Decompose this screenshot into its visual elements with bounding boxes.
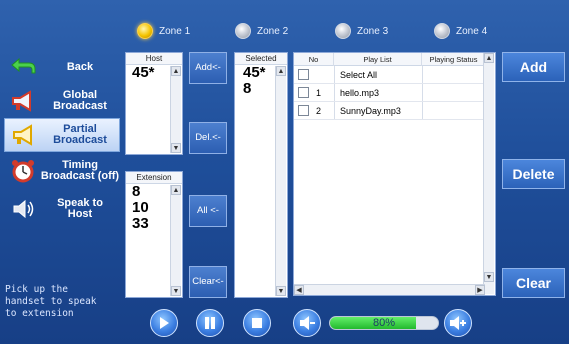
scroll-up-icon[interactable]: ▲ bbox=[171, 185, 181, 195]
timing-broadcast-label: Timing Broadcast (off) bbox=[40, 159, 120, 182]
scroll-down-icon[interactable]: ▼ bbox=[276, 286, 286, 296]
select-all-button[interactable]: All <- bbox=[189, 195, 227, 227]
zone-4-label: Zone 4 bbox=[456, 25, 488, 37]
selected-scrollbar[interactable]: ▲ ▼ bbox=[275, 66, 286, 296]
row-name: Select All bbox=[340, 70, 378, 80]
scroll-left-icon[interactable]: ◀ bbox=[294, 285, 304, 295]
playlist-table[interactable]: No Play List Playing Status Select All 1… bbox=[293, 52, 496, 296]
stop-button[interactable] bbox=[243, 309, 271, 337]
clear-button[interactable]: Clear bbox=[502, 268, 565, 298]
speaker-icon bbox=[10, 196, 36, 222]
volume-down-icon bbox=[300, 316, 315, 330]
table-row[interactable]: Select All bbox=[294, 66, 485, 84]
scroll-up-icon[interactable]: ▲ bbox=[171, 66, 181, 76]
back-arrow-icon bbox=[10, 54, 36, 80]
pause-icon bbox=[205, 317, 215, 329]
zone-1-radio-icon bbox=[137, 23, 153, 39]
handset-hint: Pick up the handset to speak to extensio… bbox=[5, 284, 97, 319]
scroll-up-icon[interactable]: ▲ bbox=[276, 66, 286, 76]
column-header-play-list: Play List bbox=[334, 53, 422, 66]
global-broadcast-label: Global Broadcast bbox=[53, 89, 107, 112]
host-panel[interactable]: Host 45* ▲ ▼ bbox=[125, 52, 183, 155]
volume-bar[interactable]: 80% bbox=[329, 316, 439, 330]
speak-to-host-label: Speak to Host bbox=[57, 197, 103, 220]
play-button[interactable] bbox=[150, 309, 178, 337]
stop-icon bbox=[252, 318, 262, 328]
volume-up-icon bbox=[450, 316, 466, 330]
checkbox[interactable] bbox=[298, 87, 309, 98]
scroll-down-icon[interactable]: ▼ bbox=[484, 272, 494, 282]
table-row[interactable]: 1 hello.mp3 bbox=[294, 84, 485, 102]
extension-list[interactable]: 8 10 33 bbox=[132, 184, 149, 232]
scroll-up-icon[interactable]: ▲ bbox=[484, 53, 494, 63]
extension-panel[interactable]: Extension 8 10 33 ▲ ▼ bbox=[125, 171, 183, 298]
partial-broadcast-button[interactable]: Partial Broadcast bbox=[4, 118, 120, 152]
selected-panel[interactable]: Selected 45* 8 ▲ ▼ bbox=[234, 52, 288, 298]
timing-broadcast-button[interactable]: Timing Broadcast (off) bbox=[4, 154, 120, 188]
pause-button[interactable] bbox=[196, 309, 224, 337]
play-icon bbox=[160, 317, 169, 329]
row-name: SunnyDay.mp3 bbox=[340, 106, 401, 116]
zone-3-option[interactable]: Zone 3 bbox=[335, 20, 388, 42]
table-row[interactable]: 2 SunnyDay.mp3 bbox=[294, 102, 485, 120]
row-name: hello.mp3 bbox=[340, 88, 380, 98]
add-button[interactable]: Add bbox=[502, 52, 565, 82]
host-scrollbar[interactable]: ▲ ▼ bbox=[170, 66, 181, 153]
scroll-right-icon[interactable]: ▶ bbox=[475, 285, 485, 295]
zone-4-radio-icon bbox=[434, 23, 450, 39]
list-item[interactable]: 8 bbox=[243, 81, 266, 97]
zone-2-option[interactable]: Zone 2 bbox=[235, 20, 288, 42]
list-item[interactable]: 45* bbox=[243, 65, 266, 81]
row-number: 2 bbox=[316, 106, 322, 116]
zone-4-option[interactable]: Zone 4 bbox=[434, 20, 487, 42]
volume-down-button[interactable] bbox=[293, 309, 321, 337]
column-header-no: No bbox=[294, 53, 334, 66]
scroll-down-icon[interactable]: ▼ bbox=[171, 143, 181, 153]
speak-to-host-button[interactable]: Speak to Host bbox=[4, 192, 120, 226]
alarm-clock-icon bbox=[10, 158, 36, 184]
delete-from-selected-button[interactable]: Del.<- bbox=[189, 122, 227, 154]
playlist-vertical-scrollbar[interactable]: ▲ ▼ bbox=[483, 53, 494, 294]
list-item[interactable]: 33 bbox=[132, 216, 149, 232]
global-broadcast-button[interactable]: Global Broadcast bbox=[4, 84, 120, 118]
extension-scrollbar[interactable]: ▲ ▼ bbox=[170, 185, 181, 296]
megaphone-icon bbox=[10, 88, 36, 114]
list-item[interactable]: 45* bbox=[132, 65, 155, 81]
zone-2-label: Zone 2 bbox=[257, 25, 289, 37]
delete-button[interactable]: Delete bbox=[502, 159, 565, 189]
megaphone-icon bbox=[11, 122, 37, 148]
volume-label: 80% bbox=[372, 317, 396, 329]
add-to-selected-button[interactable]: Add<- bbox=[189, 52, 227, 84]
volume-up-button[interactable] bbox=[444, 309, 472, 337]
scroll-down-icon[interactable]: ▼ bbox=[171, 286, 181, 296]
back-label: Back bbox=[66, 60, 94, 73]
column-header-playing-status: Playing Status bbox=[429, 55, 478, 64]
playlist-horizontal-scrollbar[interactable]: ◀ ▶ bbox=[294, 284, 485, 295]
list-item[interactable]: 8 bbox=[132, 184, 149, 200]
zone-3-radio-icon bbox=[335, 23, 351, 39]
back-button[interactable]: Back bbox=[4, 50, 120, 84]
table-header: No Play List Playing Status bbox=[294, 53, 485, 66]
row-number: 1 bbox=[316, 88, 322, 98]
selected-list[interactable]: 45* 8 bbox=[243, 65, 266, 97]
zone-1-option[interactable]: Zone 1 bbox=[137, 20, 190, 42]
host-list[interactable]: 45* bbox=[132, 65, 155, 81]
partial-broadcast-label: Partial Broadcast bbox=[53, 123, 107, 146]
zone-1-label: Zone 1 bbox=[159, 25, 191, 37]
list-item[interactable]: 10 bbox=[132, 200, 149, 216]
zone-2-radio-icon bbox=[235, 23, 251, 39]
zone-3-label: Zone 3 bbox=[357, 25, 389, 37]
checkbox[interactable] bbox=[298, 69, 309, 80]
checkbox[interactable] bbox=[298, 105, 309, 116]
clear-selected-button[interactable]: Clear<- bbox=[189, 266, 227, 298]
